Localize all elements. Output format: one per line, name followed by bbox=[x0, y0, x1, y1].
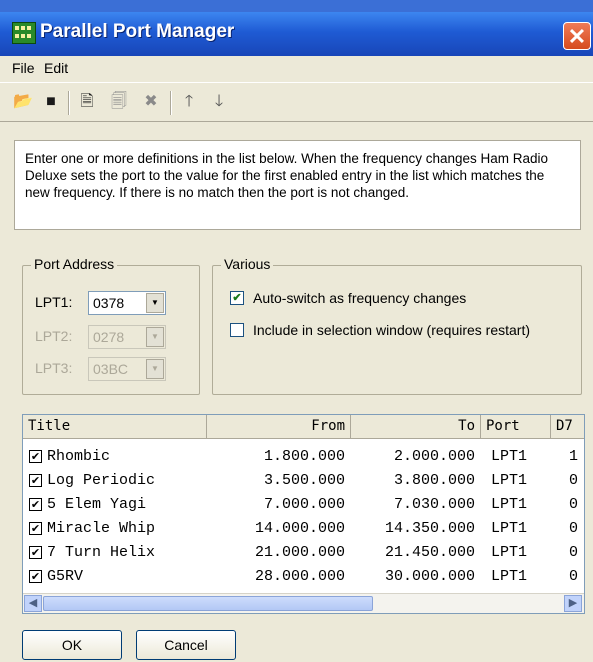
lpt1-select[interactable]: 0378 ▼ bbox=[88, 291, 166, 315]
lpt3-label: LPT3: bbox=[35, 360, 73, 376]
definitions-list[interactable]: Title From To Port D7 ✔ Rhombic 1.800.00… bbox=[22, 414, 585, 614]
close-button[interactable]: ✕ bbox=[563, 22, 591, 50]
table-row[interactable]: ✔ G5RV 28.000.000 30.000.000 LPT1 0 bbox=[23, 567, 584, 587]
row-to: 7.030.000 bbox=[393, 496, 475, 513]
scroll-thumb[interactable] bbox=[43, 596, 373, 611]
row-from: 21.000.000 bbox=[254, 544, 345, 561]
row-enabled-checkbox[interactable]: ✔ bbox=[29, 474, 42, 487]
properties-icon[interactable]: 🗐 bbox=[108, 91, 130, 113]
toolbar: 📂 ■ 🗎 🗐 ✖ 🡑 🡓 bbox=[0, 82, 593, 122]
chevron-down-icon: ▼ bbox=[146, 359, 164, 379]
lpt2-select: 0278 ▼ bbox=[88, 325, 166, 349]
row-title: Rhombic bbox=[47, 448, 111, 465]
title-bar[interactable]: Parallel Port Manager ✕ bbox=[0, 12, 593, 56]
column-header-to[interactable]: To bbox=[351, 415, 481, 439]
lpt2-label: LPT2: bbox=[35, 328, 73, 344]
row-port: LPT1 bbox=[491, 448, 528, 465]
port-address-legend: Port Address bbox=[31, 256, 118, 272]
open-folder-icon[interactable]: 📂 bbox=[12, 91, 34, 113]
ok-button[interactable]: OK bbox=[22, 630, 122, 660]
chevron-down-icon[interactable]: ▼ bbox=[146, 293, 164, 313]
lpt1-value: 0378 bbox=[93, 295, 125, 311]
row-d7: 0 bbox=[569, 544, 579, 561]
port-address-group: Port Address LPT1: 0378 ▼ LPT2: 0278 ▼ L… bbox=[22, 256, 200, 395]
row-port: LPT1 bbox=[491, 520, 528, 537]
table-row[interactable]: ✔ Log Periodic 3.500.000 3.800.000 LPT1 … bbox=[23, 471, 584, 491]
row-from: 7.000.000 bbox=[263, 496, 345, 513]
table-row[interactable]: ✔ Rhombic 1.800.000 2.000.000 LPT1 1 bbox=[23, 447, 584, 467]
cancel-button[interactable]: Cancel bbox=[136, 630, 236, 660]
menu-file[interactable]: File bbox=[12, 60, 35, 76]
info-text: Enter one or more definitions in the lis… bbox=[14, 140, 581, 230]
table-row[interactable]: ✔ 5 Elem Yagi 7.000.000 7.030.000 LPT1 0 bbox=[23, 495, 584, 515]
row-d7: 0 bbox=[569, 472, 579, 489]
row-from: 3.500.000 bbox=[263, 472, 345, 489]
row-to: 14.350.000 bbox=[384, 520, 475, 537]
row-d7: 0 bbox=[569, 520, 579, 537]
lpt3-value: 03BC bbox=[93, 361, 129, 377]
column-header-title[interactable]: Title bbox=[23, 415, 207, 439]
column-header-d7[interactable]: D7 bbox=[551, 415, 584, 439]
row-enabled-checkbox[interactable]: ✔ bbox=[29, 450, 42, 463]
row-from: 1.800.000 bbox=[263, 448, 345, 465]
window-title: Parallel Port Manager bbox=[40, 21, 235, 42]
move-up-icon[interactable]: 🡑 bbox=[178, 91, 200, 113]
lpt3-select: 03BC ▼ bbox=[88, 357, 166, 381]
row-enabled-checkbox[interactable]: ✔ bbox=[29, 522, 42, 535]
include-selection-label[interactable]: Include in selection window (requires re… bbox=[253, 322, 530, 338]
scroll-left-icon[interactable]: ◀ bbox=[24, 595, 42, 612]
scroll-right-icon[interactable]: ▶ bbox=[564, 595, 582, 612]
horizontal-scrollbar[interactable]: ◀ ▶ bbox=[23, 593, 584, 613]
row-to: 30.000.000 bbox=[384, 568, 475, 585]
desktop-strip bbox=[0, 0, 593, 12]
delete-icon[interactable]: ✖ bbox=[140, 91, 162, 113]
row-port: LPT1 bbox=[491, 496, 528, 513]
table-row[interactable]: ✔ 7 Turn Helix 21.000.000 21.450.000 LPT… bbox=[23, 543, 584, 563]
save-icon[interactable]: ■ bbox=[40, 91, 62, 113]
include-selection-checkbox[interactable] bbox=[230, 323, 244, 337]
list-header: Title From To Port D7 bbox=[23, 415, 584, 439]
row-port: LPT1 bbox=[491, 544, 528, 561]
lpt2-value: 0278 bbox=[93, 329, 125, 345]
lpt1-label: LPT1: bbox=[35, 294, 73, 310]
row-d7: 0 bbox=[569, 496, 579, 513]
new-entry-icon[interactable]: 🗎 bbox=[76, 91, 98, 113]
auto-switch-label[interactable]: Auto-switch as frequency changes bbox=[253, 290, 466, 306]
chevron-down-icon: ▼ bbox=[146, 327, 164, 347]
move-down-icon[interactable]: 🡓 bbox=[208, 91, 230, 113]
row-enabled-checkbox[interactable]: ✔ bbox=[29, 498, 42, 511]
row-d7: 0 bbox=[569, 568, 579, 585]
row-port: LPT1 bbox=[491, 472, 528, 489]
app-icon bbox=[12, 22, 36, 44]
column-header-port[interactable]: Port bbox=[481, 415, 551, 439]
row-to: 21.450.000 bbox=[384, 544, 475, 561]
various-legend: Various bbox=[221, 256, 274, 272]
row-title: 7 Turn Helix bbox=[47, 544, 156, 561]
row-enabled-checkbox[interactable]: ✔ bbox=[29, 570, 42, 583]
row-from: 28.000.000 bbox=[254, 568, 345, 585]
menu-edit[interactable]: Edit bbox=[44, 60, 68, 76]
auto-switch-checkbox[interactable]: ✔ bbox=[230, 291, 244, 305]
row-d7: 1 bbox=[569, 448, 579, 465]
row-title: Miracle Whip bbox=[47, 520, 156, 537]
row-port: LPT1 bbox=[491, 568, 528, 585]
toolbar-separator bbox=[170, 91, 172, 115]
dialog-window: Parallel Port Manager ✕ File Edit 📂 ■ 🗎 … bbox=[0, 0, 593, 662]
table-row[interactable]: ✔ Miracle Whip 14.000.000 14.350.000 LPT… bbox=[23, 519, 584, 539]
menu-bar: File Edit bbox=[0, 56, 593, 82]
row-title: G5RV bbox=[47, 568, 84, 585]
row-enabled-checkbox[interactable]: ✔ bbox=[29, 546, 42, 559]
row-to: 3.800.000 bbox=[393, 472, 475, 489]
row-title: Log Periodic bbox=[47, 472, 156, 489]
column-header-from[interactable]: From bbox=[207, 415, 351, 439]
row-title: 5 Elem Yagi bbox=[47, 496, 147, 513]
row-to: 2.000.000 bbox=[393, 448, 475, 465]
toolbar-separator bbox=[68, 91, 70, 115]
row-from: 14.000.000 bbox=[254, 520, 345, 537]
various-group: Various ✔ Auto-switch as frequency chang… bbox=[212, 256, 582, 395]
